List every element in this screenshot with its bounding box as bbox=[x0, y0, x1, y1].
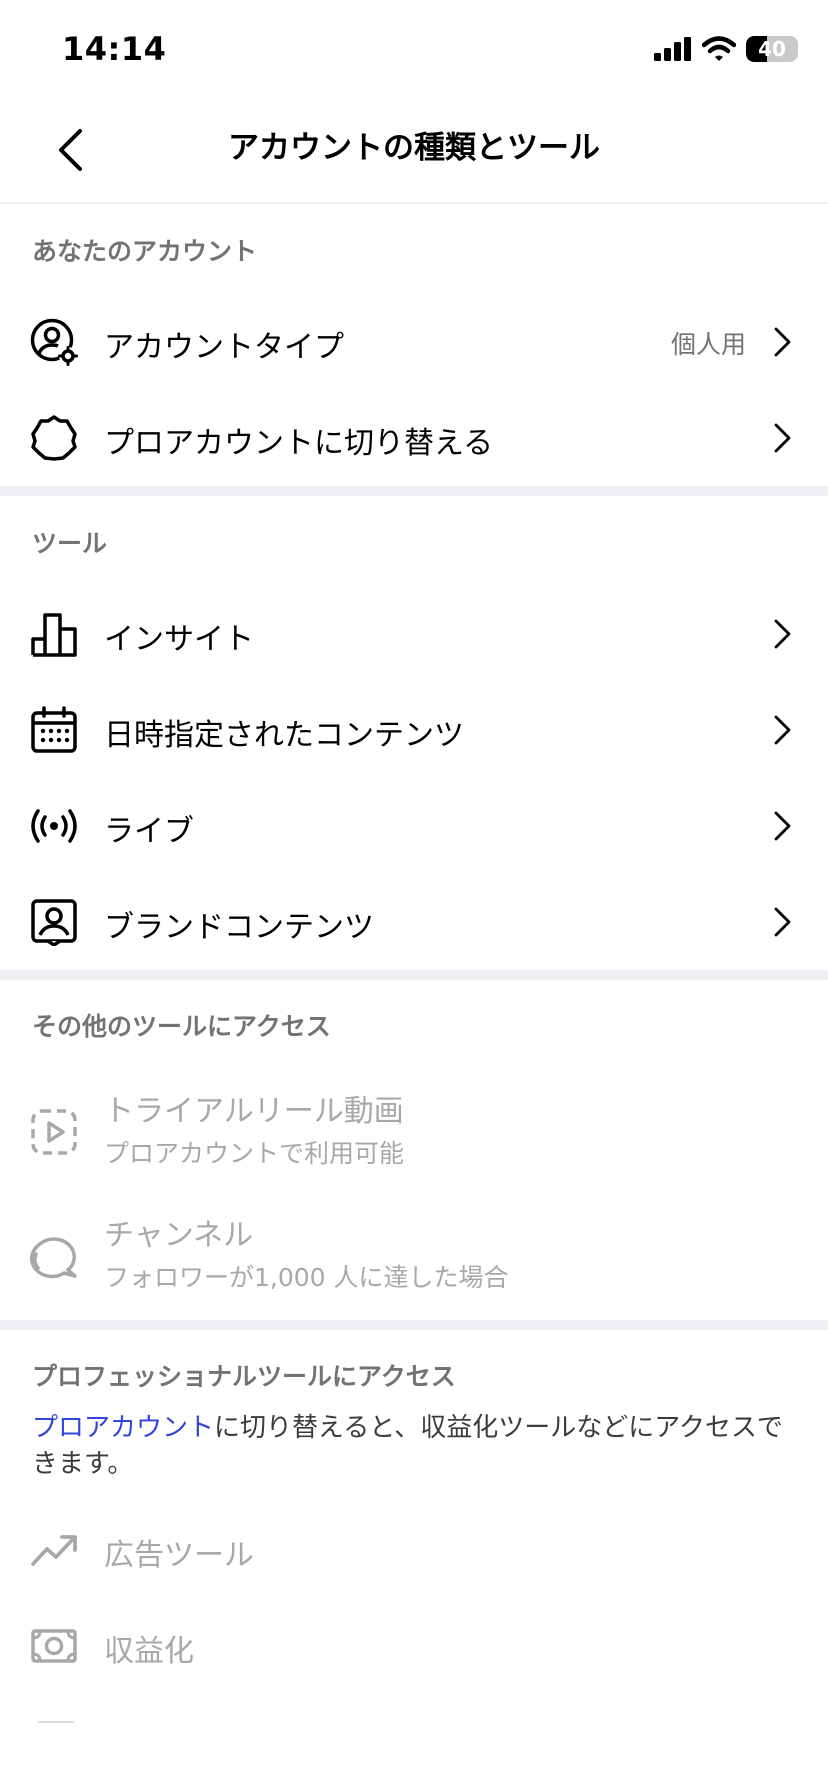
channel-icon bbox=[30, 1237, 77, 1279]
section-header-professional-tools: プロフェッショナルツールにアクセス bbox=[32, 1362, 456, 1391]
battery-icon: 40 bbox=[746, 36, 798, 62]
section-header-your-account: あなたのアカウント bbox=[32, 237, 258, 266]
monetization-label: 収益化 bbox=[104, 1634, 194, 1669]
chevron-right-icon bbox=[774, 907, 791, 937]
chevron-right-icon bbox=[774, 327, 791, 357]
switch-to-pro-account-row[interactable]: プロアカウントに切り替える bbox=[0, 390, 828, 486]
wifi-icon bbox=[702, 36, 736, 61]
pro-account-link[interactable]: プロアカウント bbox=[32, 1413, 214, 1443]
navigation-header: アカウントの種類とツール bbox=[0, 100, 828, 204]
trending-up-icon bbox=[31, 1535, 77, 1566]
battery-level-text: 40 bbox=[758, 37, 786, 61]
page-title: アカウントの種類とツール bbox=[228, 130, 600, 166]
branded-content-label: ブランドコンテンツ bbox=[104, 910, 374, 945]
account-type-label: アカウントタイプ bbox=[104, 330, 344, 365]
branded-content-icon bbox=[31, 899, 77, 946]
trial-reels-label: トライアルリール動画 bbox=[104, 1094, 404, 1129]
section-divider bbox=[0, 486, 828, 496]
channel-sublabel: フォロワーが1,000 人に達した場合 bbox=[104, 1263, 509, 1292]
chevron-right-icon bbox=[774, 811, 791, 841]
screen: 14:14 40 アカウントの種類とツール あなたのアカウント アカウントタイプ… bbox=[0, 0, 828, 1792]
ad-tools-label: 広告ツール bbox=[104, 1538, 254, 1573]
gear-icon bbox=[31, 415, 77, 461]
section-divider bbox=[0, 1320, 828, 1330]
status-time: 14:14 bbox=[62, 30, 167, 68]
live-label: ライブ bbox=[104, 814, 194, 849]
trial-reel-icon bbox=[31, 1109, 77, 1155]
battery-indicator: 40 bbox=[746, 36, 798, 62]
trial-reels-sublabel: プロアカウントで利用可能 bbox=[104, 1139, 405, 1168]
trial-reels-row: トライアルリール動画 プロアカウントで利用可能 bbox=[0, 1070, 828, 1194]
status-icons: 40 bbox=[654, 36, 798, 62]
scheduled-content-row[interactable]: 日時指定されたコンテンツ bbox=[0, 682, 828, 778]
account-type-value: 個人用 bbox=[670, 330, 746, 359]
insights-row[interactable]: インサイト bbox=[0, 586, 828, 682]
monetization-row: 収益化 bbox=[0, 1598, 828, 1694]
calendar-icon bbox=[31, 706, 77, 753]
section-divider bbox=[0, 970, 828, 980]
account-settings-icon bbox=[30, 318, 78, 366]
ad-tools-row: 広告ツール bbox=[0, 1502, 828, 1598]
live-row[interactable]: ライブ bbox=[0, 778, 828, 874]
chevron-right-icon bbox=[774, 423, 791, 453]
status-bar: 14:14 40 bbox=[0, 0, 828, 100]
money-icon bbox=[31, 1629, 77, 1663]
chevron-right-icon bbox=[774, 619, 791, 649]
live-broadcast-icon bbox=[31, 809, 77, 843]
section-header-tools: ツール bbox=[32, 529, 108, 558]
partial-next-item-icon bbox=[38, 1721, 74, 1723]
switch-to-pro-account-label: プロアカウントに切り替える bbox=[104, 426, 494, 461]
channel-row: チャンネル フォロワーが1,000 人に達した場合 bbox=[0, 1194, 828, 1318]
chevron-right-icon bbox=[774, 715, 791, 745]
cellular-signal-icon bbox=[654, 37, 691, 61]
channel-label: チャンネル bbox=[104, 1218, 254, 1253]
branded-content-row[interactable]: ブランドコンテンツ bbox=[0, 874, 828, 970]
insights-label: インサイト bbox=[104, 622, 254, 657]
pro-tools-description: プロアカウントに切り替えると、収益化ツールなどにアクセスできます。 bbox=[32, 1410, 802, 1482]
section-header-other-tools: その他のツールにアクセス bbox=[32, 1012, 331, 1041]
account-type-row[interactable]: アカウントタイプ 個人用 bbox=[0, 294, 828, 390]
scheduled-content-label: 日時指定されたコンテンツ bbox=[104, 718, 464, 753]
bar-chart-icon bbox=[31, 613, 77, 657]
